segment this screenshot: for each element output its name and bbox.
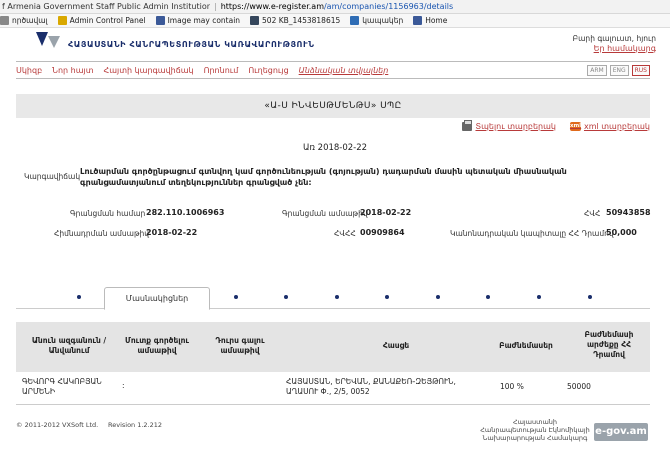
vat-value: 00909864 [360,228,405,237]
bookmarks-bar: ործավալ Admin Control Panel Image may cont… [0,14,670,28]
tab-dot[interactable] [335,295,339,299]
col-name: Անուն ազգանուն / Անվանում [31,336,107,355]
language-switcher: ARM ENG RUS [587,65,650,76]
agency-title: ՀԱՅԱՍՏԱՆԻ ՀԱՆՐԱՊԵՏՈՒԹՅԱՆ ԿԱՌԱՎԱՐՈՒԹՅՈՒՆ [68,40,315,49]
col-exit-date: Դուրս գալու ամսաթիվ [215,336,265,355]
lang-button[interactable]: ENG [609,65,629,76]
admin-icon [57,16,67,25]
reg-number-label: Գրանցման համար [70,209,146,218]
reg-date-label: Գրանցման ամսաթիվ [282,209,368,218]
tab-participants[interactable]: Մասնակիցներ [104,287,210,310]
tab-dot[interactable] [436,295,440,299]
tab-dot[interactable] [234,295,238,299]
egov-logo[interactable]: e-gov.am [594,423,648,441]
ministry-text: Հայաստանի Հանրապետության Էկնոմիկայի Նախա… [480,418,590,442]
tab-title[interactable]: f Armenia Government Staff Public Admin … [0,2,210,11]
col-address: Հասցե [382,341,410,350]
cell-address: ՀԱՅԱՍՏԱՆ, ԵՐԵՎԱՆ, ՔԱՆԱՔԵՌ-ԶԵՅԹՈՒՆ, ԱՂԱՍՈ… [286,377,456,396]
xml-link[interactable]: xml xml տարբերակ [569,122,650,131]
revision: Revision 1.2.212 [108,421,163,429]
tab-dot[interactable] [385,295,389,299]
url-host: https://www.e-register.am [220,2,324,11]
bookmark-item[interactable]: կապակեր [350,16,403,25]
bookmark-icon [0,16,9,25]
nav-item[interactable]: Սկիզբ [16,66,42,75]
bookmark-item[interactable]: Home [413,16,447,25]
bookmark-label: ործավալ [12,16,48,25]
bookmark-item[interactable]: Admin Control Panel [57,16,146,25]
bookmark-label: 502 KB_1453818615 [262,16,341,25]
table-bottom-border [16,404,650,405]
tin-value: 50943858 [606,208,651,217]
tab-dot[interactable] [537,295,541,299]
bookmark-label: Admin Control Panel [69,16,146,25]
xml-icon: xml [569,122,582,131]
browser-address-bar[interactable]: f Armenia Government Staff Public Admin … [0,0,670,14]
url-field[interactable]: https://www.e-register.am/am/companies/1… [221,2,454,11]
reg-date: 2018-02-22 [360,208,412,217]
capital-label: Կանոնադրական կապիտալը ՀՀ Դրամով [450,229,614,238]
lang-button[interactable]: ARM [587,65,607,76]
bookmark-item[interactable]: Image may contain [155,16,241,25]
facebook-icon [413,16,423,25]
print-link-label: Տպելու տարբերակ [475,122,556,131]
bookmark-item[interactable]: ործավալ [0,16,48,25]
tumblr-icon [250,16,260,25]
edge-icon [350,16,360,25]
status-label: Կարգավիճակ [24,172,81,181]
welcome-text: Բարի գալուստ, հյուր [572,34,656,43]
cell-shares: 100 % [500,382,524,391]
vat-label: ՀՎՀՀ [334,229,356,238]
copyright: © 2011-2012 VXSoft Ltd. [16,421,99,429]
bookmark-label: Image may contain [167,16,241,25]
col-shares: Բաժնեմասեր [499,341,553,350]
tab-dot[interactable] [284,295,288,299]
tab-dot[interactable] [486,295,490,299]
reg-number: 282.110.1006963 [146,208,225,217]
nav-item[interactable]: Հայտի կարգավիճակ [104,66,194,75]
nav-item[interactable]: Ուղեցույց [248,66,288,75]
bookmark-label: կապակեր [362,16,404,25]
nav-item[interactable]: Որոնում [204,66,239,75]
export-actions: Տպելու տարբերակ xml xml տարբերակ [462,120,650,131]
bookmark-label: Home [425,16,448,25]
tin-label: ՀՎՀ [584,209,601,218]
tab-dot[interactable] [77,295,81,299]
founding-date-label: Հիմնադրման ամսաթիվ [54,229,150,238]
participants-table-header: Անուն ազգանուն / Անվանում Մուտք գործելու… [16,322,650,372]
printer-icon [462,120,473,131]
url-path: /am/companies/1156963/details [323,2,454,11]
nav-item[interactable]: Նոր հայտ [52,66,93,75]
founding-date: 2018-02-22 [146,228,198,237]
main-nav: Սկիզբ Նոր հայտ Հայտի կարգավիճակ Որոնում Ուղե… [16,61,650,79]
col-share-value: Բաժնեմասի արժեքը ՀՀ Դրամով [584,330,634,359]
lang-button[interactable]: RUS [631,65,650,76]
nav-item[interactable]: Անձնական տվյալներ [299,66,389,75]
facebook-icon [155,16,165,25]
company-name: «Ա-Ս ԻՆՎԵՍԹՄԵՆԹՍ» ՍՊԸ [264,101,402,111]
site-header: ՀԱՅԱՍՏԱՆԻ ՀԱՆՐԱՊԵՏՈՒԹՅԱՆ ԿԱՌԱՎԱՐՈՒԹՅՈՒՆ … [0,28,670,62]
capital-value: 50,000 [606,228,637,237]
xml-link-label: xml տարբերակ [583,122,650,131]
login-link[interactable]: Եր համակարգ [594,44,656,53]
print-link[interactable]: Տպելու տարբերակ [462,120,556,131]
company-name-bar: «Ա-Ս ԻՆՎԵՍԹՄԵՆԹՍ» ՍՊԸ [16,94,650,118]
tab-dot[interactable] [588,295,592,299]
separator: | [214,2,217,11]
as-of-date: Առ 2018-02-22 [302,143,368,153]
status-text: Լուծարման գործընթացում գտնվող կամ գործու… [80,167,567,187]
government-logo-icon [36,32,60,48]
cell-share-value: 50000 [567,382,591,391]
cell-entry-date: : [122,381,125,390]
col-entry-date: Մուտք գործելու ամսաթիվ [125,336,189,355]
bookmark-item[interactable]: 502 KB_1453818615 [250,16,340,25]
cell-name: ԳԵՎՈՐԳ ՀԱԿՈԲՅԱՆ ԱՐՄԵՆԻ [22,377,102,396]
